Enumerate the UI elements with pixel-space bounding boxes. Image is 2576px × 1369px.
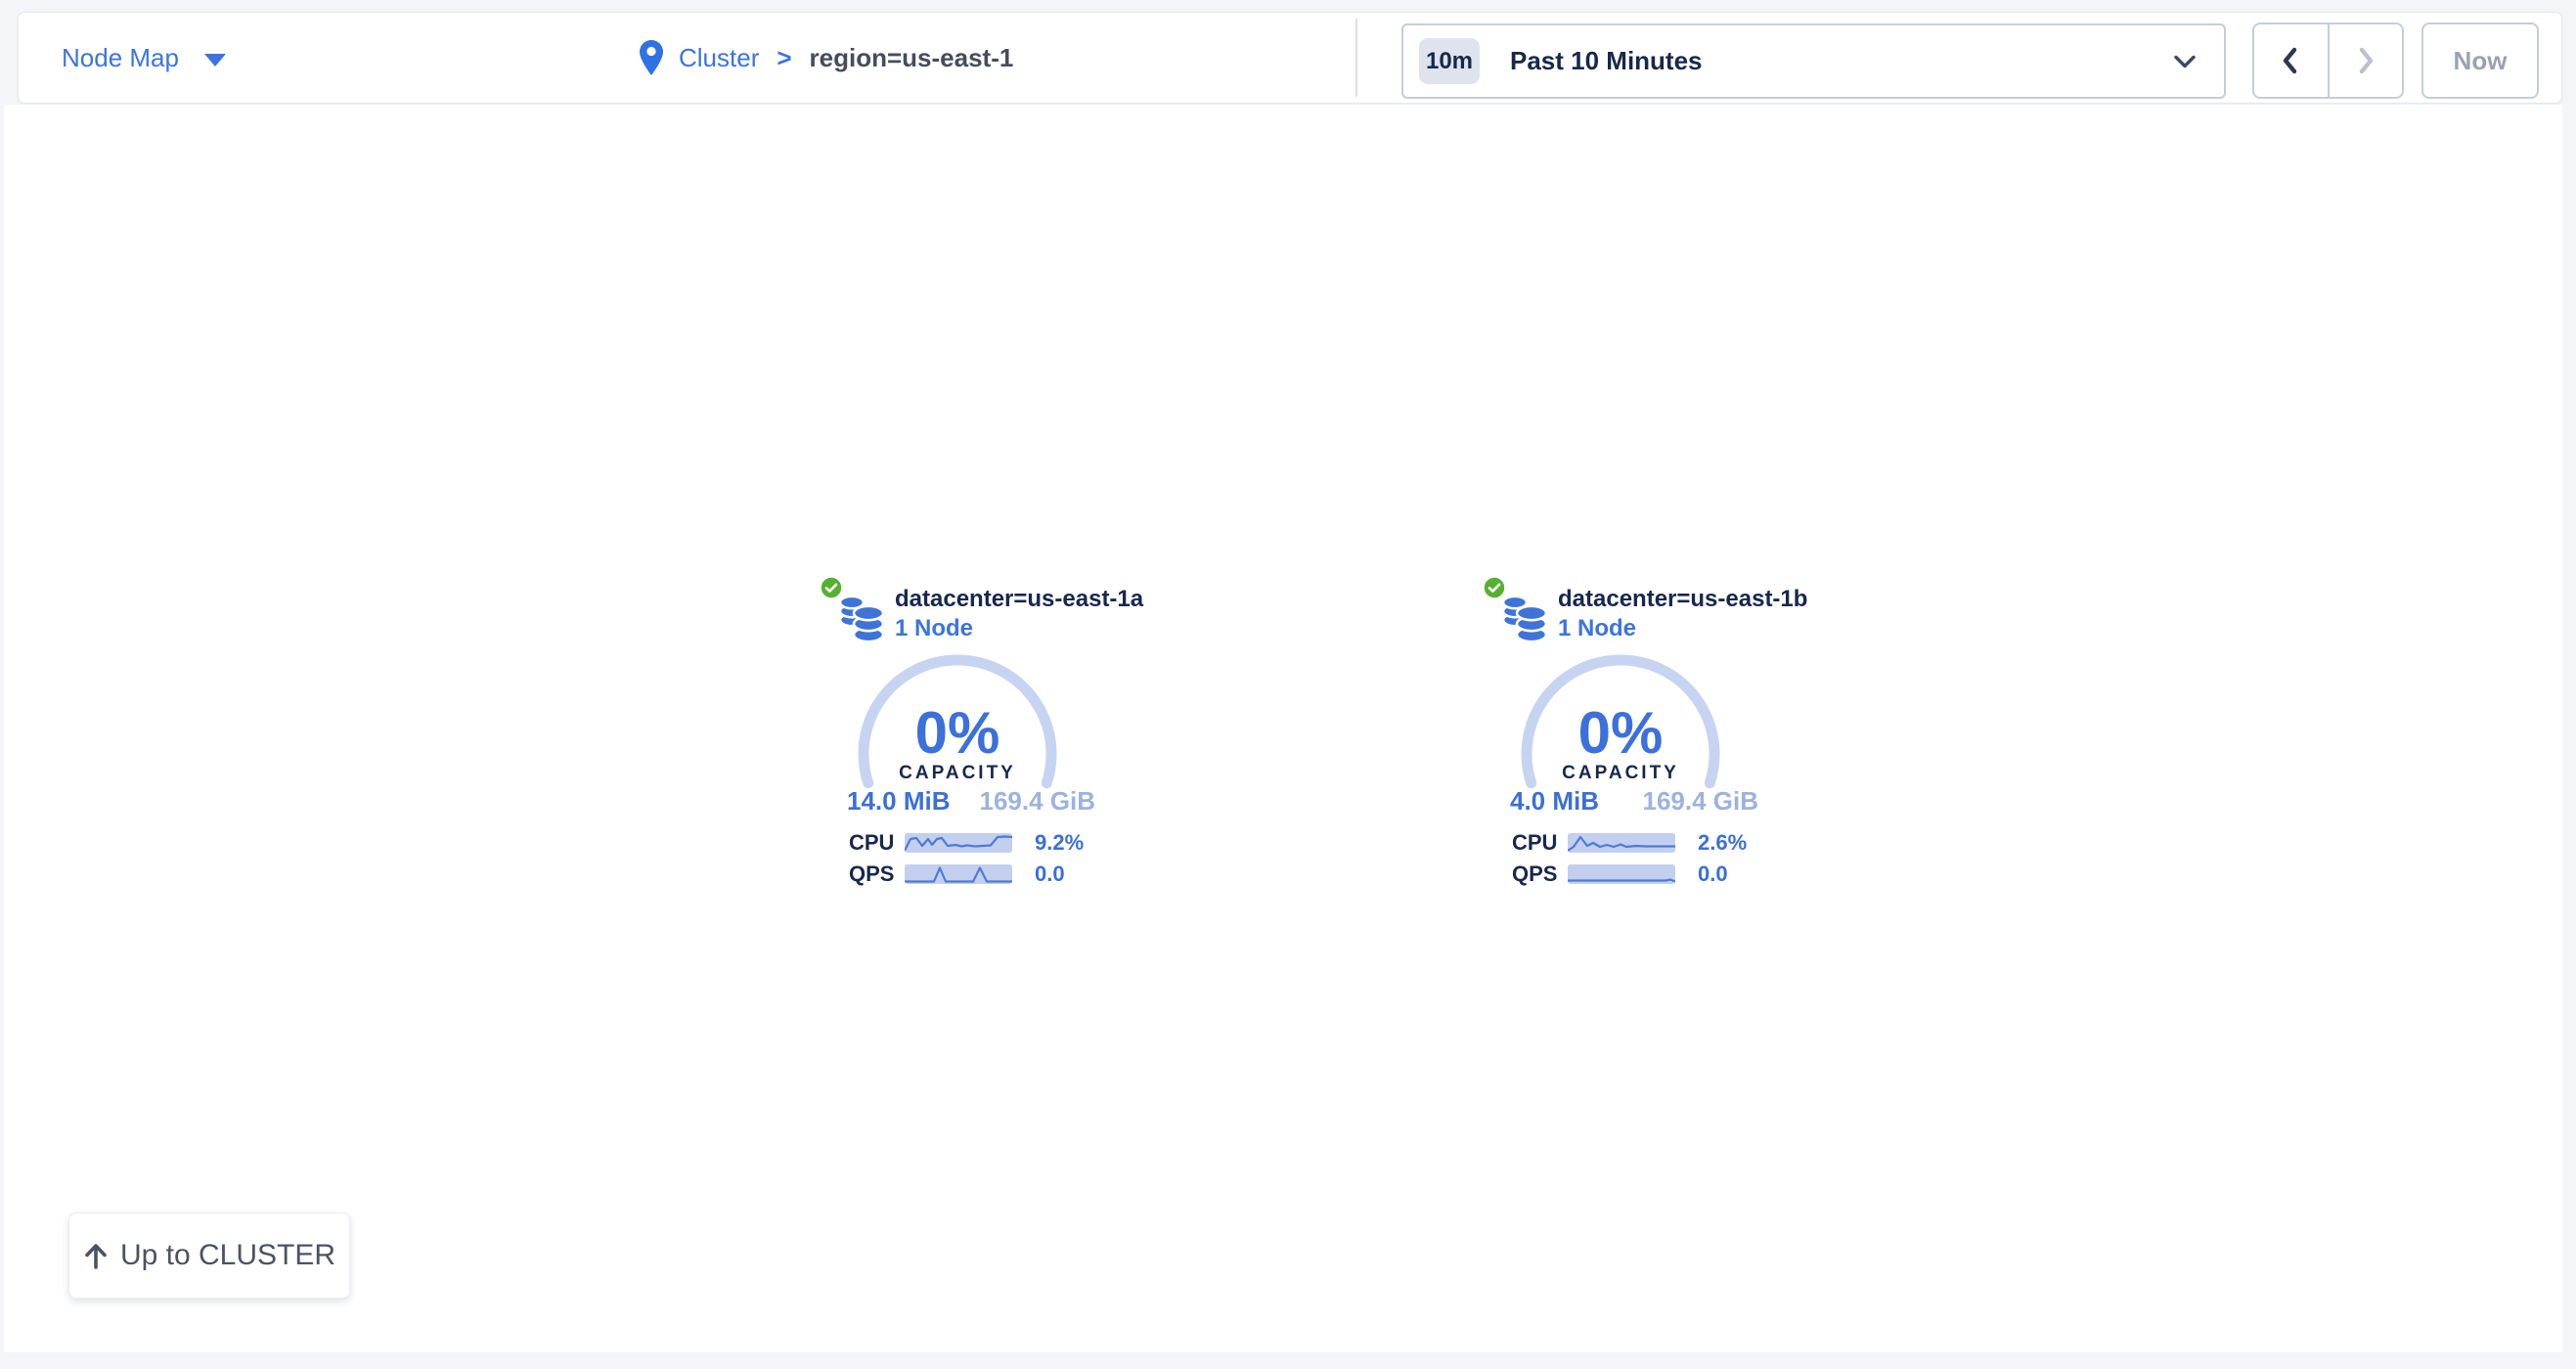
capacity-used: 14.0 MiB <box>847 786 951 817</box>
view-selector-label: Node Map <box>62 43 179 73</box>
qps-sparkline <box>905 864 1012 884</box>
cpu-sparkline <box>905 833 1012 853</box>
node-map-canvas <box>4 105 2562 1352</box>
datacenter-card: datacenter=us-east-1a 1 Node 0% CAPACITY… <box>820 575 1113 898</box>
datacenter-icon <box>838 595 887 643</box>
datacenter-name: datacenter=us-east-1a <box>895 585 1143 614</box>
capacity-label: CAPACITY <box>1518 763 1723 784</box>
qps-label: QPS <box>849 861 905 887</box>
up-to-cluster-button[interactable]: Up to CLUSTER <box>68 1213 350 1299</box>
capacity-row: 4.0 MiB 169.4 GiB <box>1510 786 1758 817</box>
chevron-right-icon <box>2354 46 2377 75</box>
capacity-row: 14.0 MiB 169.4 GiB <box>847 786 1095 817</box>
breadcrumb-separator: > <box>777 43 791 73</box>
chevron-left-icon <box>2279 46 2302 75</box>
time-range-dropdown[interactable]: 10m Past 10 Minutes <box>1401 23 2226 99</box>
time-range-badge: 10m <box>1419 38 1480 84</box>
time-range-label: Past 10 Minutes <box>1510 46 1703 76</box>
breadcrumb-link-cluster[interactable]: Cluster <box>679 43 759 73</box>
caret-down-icon <box>204 54 226 66</box>
healthy-check-icon <box>820 576 843 599</box>
healthy-check-icon <box>1483 576 1506 599</box>
capacity-total: 169.4 GiB <box>1642 786 1758 817</box>
cpu-metric-row: CPU 2.6% <box>1512 830 1747 856</box>
capacity-used: 4.0 MiB <box>1510 786 1599 817</box>
cpu-metric-row: CPU 9.2% <box>849 830 1084 856</box>
cpu-label: CPU <box>1512 830 1568 856</box>
cpu-value: 9.2% <box>1035 830 1084 856</box>
datacenter-icon <box>1501 595 1550 643</box>
cpu-label: CPU <box>849 830 905 856</box>
arrow-up-icon <box>83 1241 109 1270</box>
datacenter-name: datacenter=us-east-1b <box>1558 585 1807 614</box>
now-button[interactable]: Now <box>2421 22 2539 99</box>
datacenter-header: datacenter=us-east-1b 1 Node <box>1558 585 1807 643</box>
qps-value: 0.0 <box>1698 861 1728 887</box>
location-pin-icon <box>640 40 663 75</box>
topbar-divider <box>1355 19 1357 97</box>
breadcrumb-current: region=us-east-1 <box>810 43 1014 73</box>
time-back-button[interactable] <box>2254 24 2330 97</box>
time-pager <box>2252 22 2404 99</box>
datacenter-node-count-link[interactable]: 1 Node <box>895 614 973 643</box>
qps-metric-row: QPS 0.0 <box>1512 861 1728 887</box>
time-forward-button[interactable] <box>2330 24 2403 97</box>
capacity-percent: 0% <box>1518 704 1723 763</box>
cpu-value: 2.6% <box>1698 830 1747 856</box>
capacity-label: CAPACITY <box>855 763 1060 784</box>
chevron-down-icon <box>2173 54 2197 68</box>
breadcrumb: Cluster > region=us-east-1 <box>640 13 1013 103</box>
capacity-gauge: 0% CAPACITY <box>1518 651 1723 857</box>
node-map-page: Node Map Cluster > region=us-east-1 10m … <box>0 0 2576 1369</box>
capacity-gauge: 0% CAPACITY <box>855 651 1060 857</box>
datacenter-node-count-link[interactable]: 1 Node <box>1558 614 1636 643</box>
view-selector-dropdown[interactable]: Node Map <box>62 13 226 103</box>
up-to-cluster-label: Up to CLUSTER <box>120 1239 335 1272</box>
qps-sparkline <box>1568 864 1675 884</box>
capacity-total: 169.4 GiB <box>979 786 1095 817</box>
topbar: Node Map Cluster > region=us-east-1 10m … <box>18 12 2562 104</box>
qps-metric-row: QPS 0.0 <box>849 861 1065 887</box>
cpu-sparkline <box>1568 833 1675 853</box>
capacity-percent: 0% <box>855 704 1060 763</box>
datacenter-header: datacenter=us-east-1a 1 Node <box>895 585 1143 643</box>
datacenter-card: datacenter=us-east-1b 1 Node 0% CAPACITY… <box>1483 575 1776 898</box>
qps-value: 0.0 <box>1035 861 1065 887</box>
qps-label: QPS <box>1512 861 1568 887</box>
